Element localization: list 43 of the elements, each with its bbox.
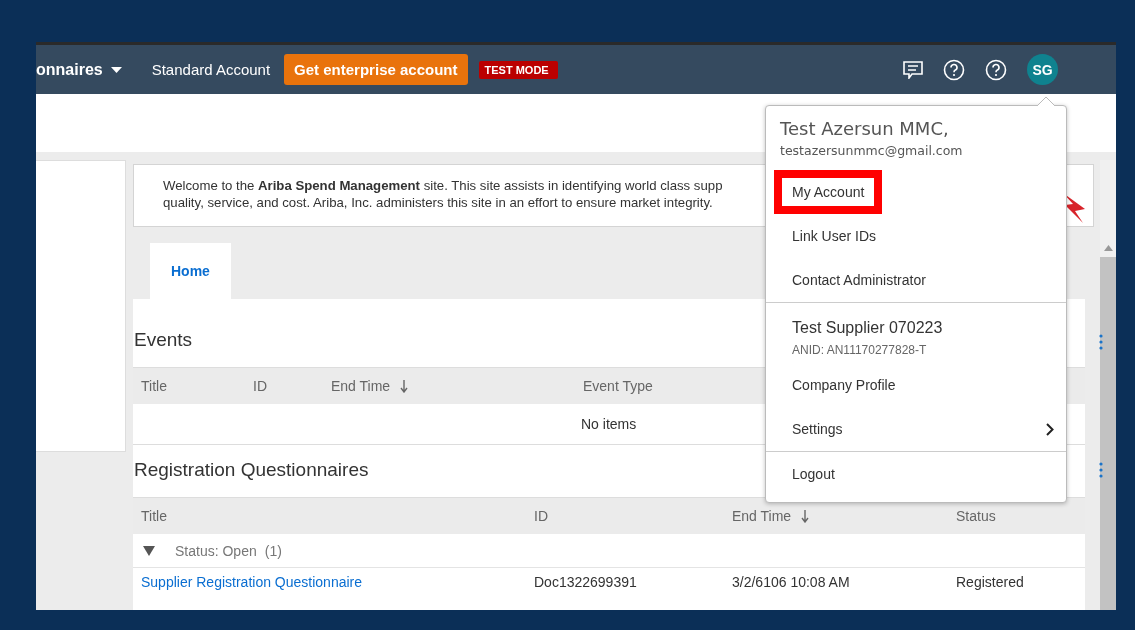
group-label: Status: Open: [175, 542, 257, 559]
user-email: testazersunmmc@gmail.com: [780, 143, 964, 158]
column-header[interactable]: ID: [534, 508, 732, 524]
expand-toggle-icon[interactable]: [143, 545, 155, 556]
account-id: ANID: AN11170277828-T: [792, 343, 927, 357]
user-avatar[interactable]: SG: [1027, 54, 1058, 85]
section-title: Registration Questionnaires: [133, 458, 369, 482]
table-cell-text: Registered: [956, 574, 1025, 590]
welcome-text: Welcome to the Ariba Spend Management site. This site assists in identifying world class supp: [163, 177, 724, 194]
nav-menu[interactable]: onnaires: [36, 60, 103, 79]
menu-item[interactable]: My Account: [774, 170, 883, 214]
table-cell-text: 3/2/6106 10:08 AM: [732, 574, 851, 590]
sort-down-icon[interactable]: [801, 509, 810, 523]
group-count: (1): [264, 542, 282, 559]
chevron-right-icon[interactable]: [1046, 422, 1054, 436]
menu-item[interactable]: Logout: [792, 460, 835, 488]
column-header[interactable]: End Time: [331, 378, 583, 394]
upgrade-button[interactable]: Get enterprise account: [284, 54, 468, 85]
menu-item[interactable]: Settings: [792, 415, 843, 443]
tab[interactable]: Home: [150, 243, 231, 299]
column-header[interactable]: Title: [141, 508, 534, 524]
menu-item[interactable]: Contact Administrator: [792, 266, 926, 294]
user-name: Test Azersun MMC,: [780, 118, 950, 139]
questionnaire-link[interactable]: Supplier Registration Questionnaire: [141, 574, 534, 590]
menu-item[interactable]: Company Profile: [792, 371, 896, 399]
help-icon[interactable]: [943, 58, 965, 81]
account-type: Standard Account: [151, 61, 271, 78]
sort-down-icon[interactable]: [400, 379, 409, 393]
test-mode-badge: TEST MODE: [478, 60, 558, 79]
table-cell-text: Doc1322699391: [534, 574, 638, 590]
column-header[interactable]: Title: [141, 378, 253, 394]
caret-icon[interactable]: [110, 66, 122, 73]
section-title: Events: [133, 328, 193, 352]
welcome-text: quality, service, and cost. Ariba, Inc. administers this site in an effort to ensure market integrity.: [163, 194, 714, 211]
empty-message: No items: [581, 416, 637, 432]
column-header[interactable]: End Time: [732, 508, 956, 524]
scrollbar[interactable]: [1100, 160, 1116, 610]
menu-item[interactable]: Link User IDs: [792, 222, 877, 250]
chat-icon[interactable]: [903, 60, 923, 79]
company-name: Test Supplier 070223: [792, 319, 943, 337]
help-icon[interactable]: [985, 58, 1007, 81]
column-header[interactable]: ID: [253, 378, 331, 394]
column-header[interactable]: Status: [956, 508, 1085, 524]
